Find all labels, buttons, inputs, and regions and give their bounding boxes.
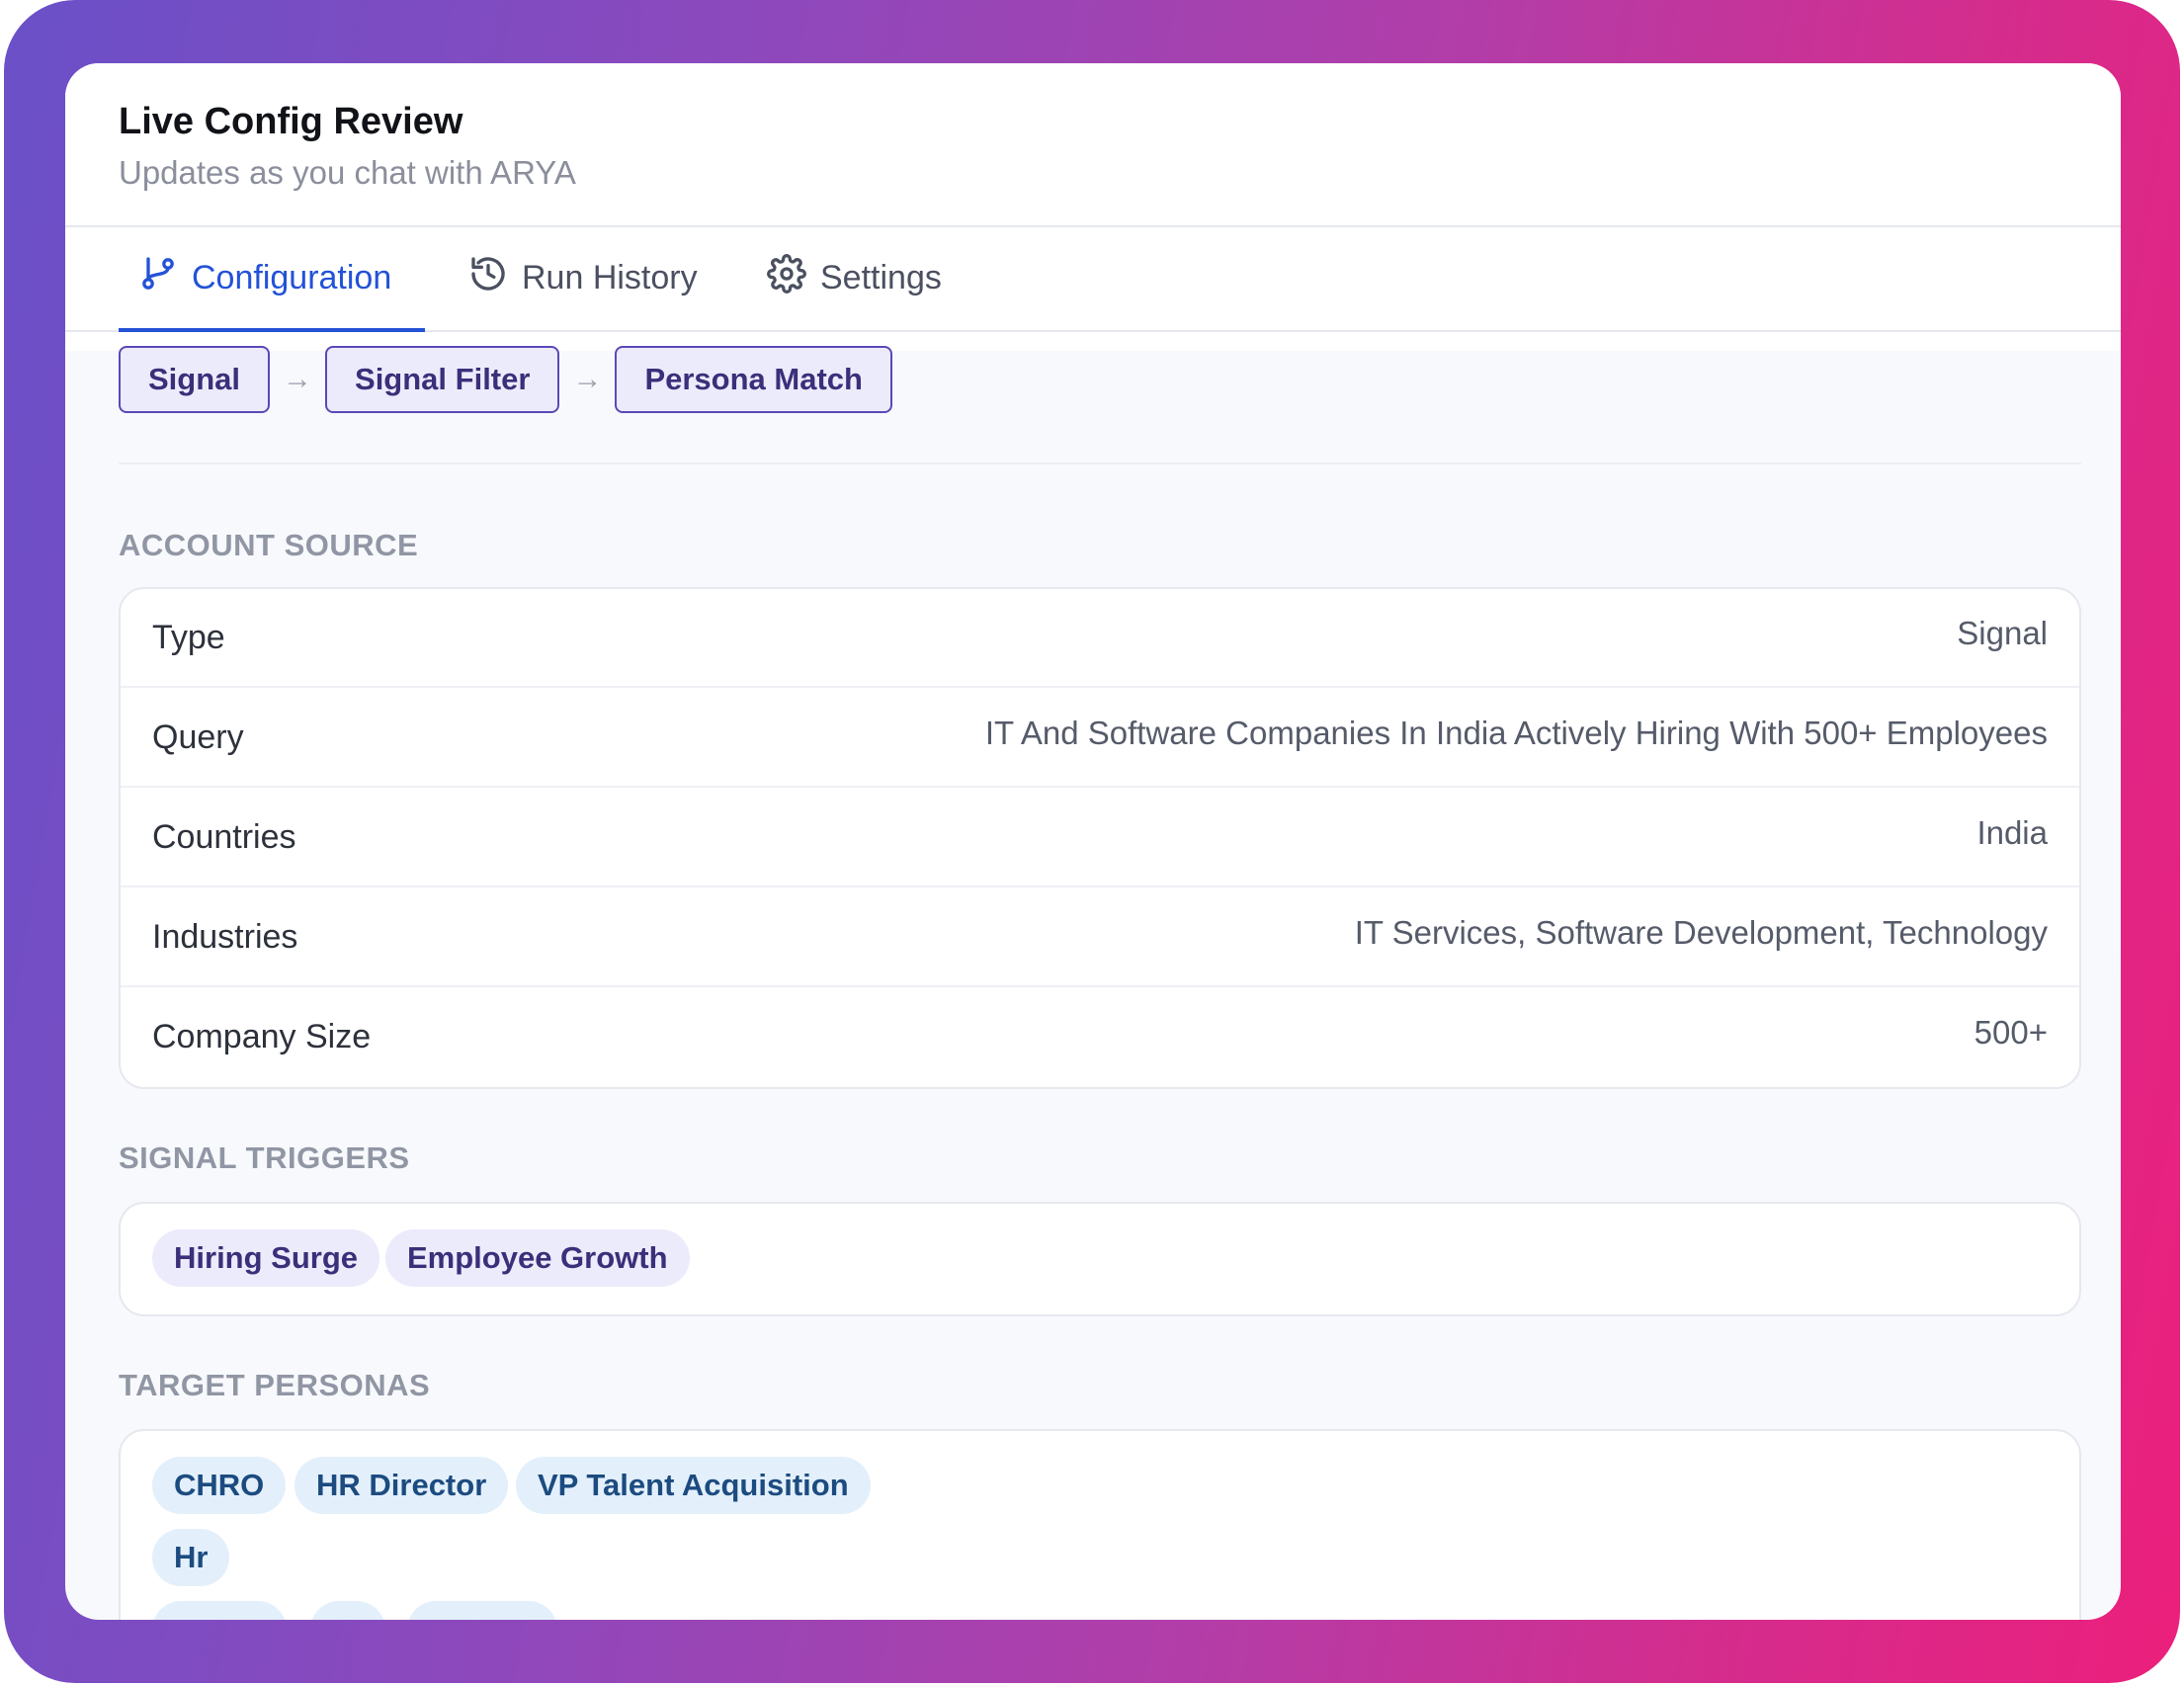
signal-triggers-card: Hiring Surge Employee Growth: [119, 1202, 2081, 1316]
gear-icon: [767, 253, 806, 302]
panel-subtitle: Updates as you chat with ARYA: [119, 154, 576, 191]
persona-chip: [152, 1601, 287, 1620]
row-value: Signal: [1957, 615, 2048, 651]
row-key: Query: [152, 718, 244, 756]
signal-trigger-chip: Employee Growth: [385, 1229, 690, 1287]
pipeline-step-persona-match[interactable]: Persona Match: [615, 346, 892, 413]
tab-run-history-label: Run History: [522, 258, 698, 296]
account-source-card: Type Signal Query IT And Software Compan…: [119, 587, 2081, 1089]
panel-header: Live Config Review Updates as you chat w…: [65, 63, 2121, 227]
tab-bar: Configuration Run History Settings: [65, 225, 2121, 332]
row-value: India: [1976, 814, 2048, 851]
persona-chip: VP Talent Acquisition: [516, 1457, 871, 1514]
tab-run-history[interactable]: Run History: [468, 225, 698, 330]
config-review-panel: Live Config Review Updates as you chat w…: [65, 63, 2121, 1620]
tab-settings-label: Settings: [820, 258, 942, 296]
git-branch-icon: [138, 254, 178, 302]
pipeline-step-signal[interactable]: Signal: [119, 346, 271, 413]
tab-configuration-label: Configuration: [192, 258, 392, 296]
target-personas-card: CHRO HR Director VP Talent Acquisition H…: [119, 1429, 2081, 1620]
signal-trigger-chip: Hiring Surge: [152, 1229, 380, 1287]
persona-chip: CHRO: [152, 1457, 287, 1514]
tab-settings[interactable]: Settings: [767, 225, 942, 330]
row-key: Type: [152, 619, 225, 656]
table-row: Query IT And Software Companies In India…: [121, 689, 2079, 788]
history-icon: [468, 254, 508, 302]
tab-configuration[interactable]: Configuration: [118, 225, 426, 332]
row-value: 500+: [1974, 1014, 2048, 1051]
persona-chip: HR Director: [294, 1457, 509, 1514]
table-row: Company Size 500+: [121, 988, 2079, 1087]
table-row: Type Signal: [121, 589, 2079, 688]
pipeline-arrow: →: [572, 363, 603, 395]
table-row: Industries IT Services, Software Develop…: [121, 888, 2079, 987]
account-source-label: ACCOUNT SOURCE: [119, 528, 419, 562]
target-personas-label: TARGET PERSONAS: [119, 1368, 431, 1402]
persona-chip: [310, 1601, 385, 1620]
pipeline-steps: Signal → Signal Filter → Persona Match: [119, 346, 892, 413]
pipeline-arrow: →: [283, 363, 313, 395]
panel-title: Live Config Review: [119, 101, 463, 142]
table-row: Countries India: [121, 789, 2079, 887]
signal-triggers-label: SIGNAL TRIGGERS: [119, 1140, 410, 1175]
row-value: IT And Software Companies In India Activ…: [984, 715, 2048, 751]
gradient-frame: Live Config Review Updates as you chat w…: [4, 0, 2180, 1683]
persona-chip: [407, 1601, 557, 1620]
pipeline-step-signal-filter[interactable]: Signal Filter: [325, 346, 560, 413]
persona-chip: Hr: [152, 1529, 230, 1586]
row-key: Countries: [152, 818, 296, 856]
row-key: Industries: [152, 918, 298, 956]
row-key: Company Size: [152, 1018, 372, 1055]
divider: [119, 463, 2081, 464]
panel-top: Live Config Review Updates as you chat w…: [65, 63, 2121, 351]
row-value: IT Services, Software Development, Techn…: [1354, 914, 2048, 951]
